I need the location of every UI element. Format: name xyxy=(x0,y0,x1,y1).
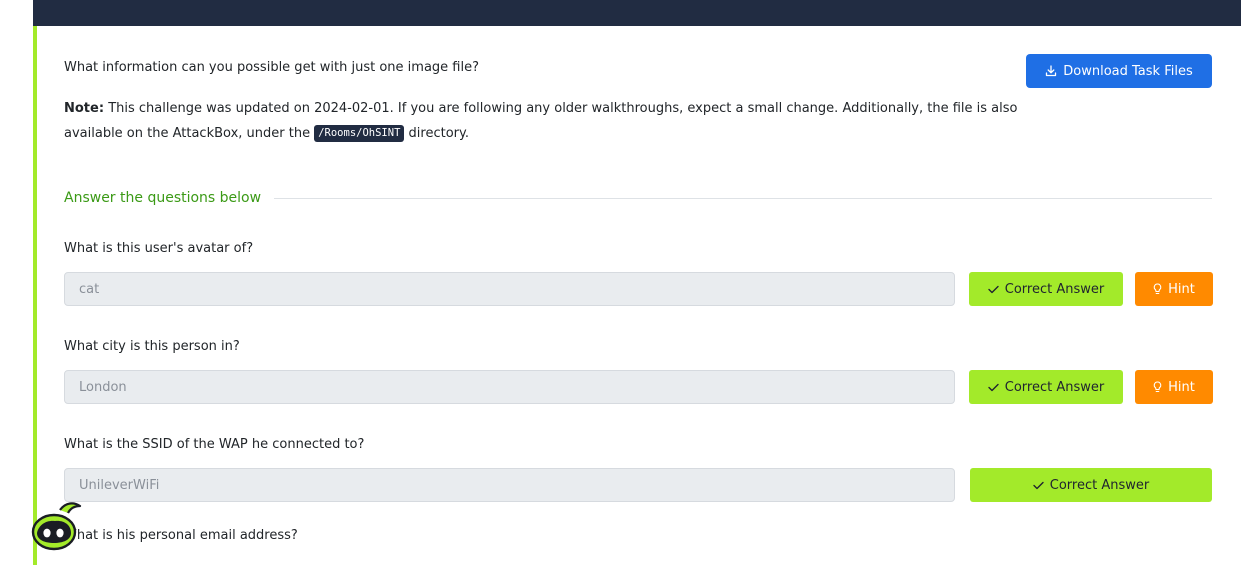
task-intro: What information can you possible get wi… xyxy=(64,60,480,75)
correct-answer-2-label: Correct Answer xyxy=(1004,379,1105,395)
note-text-end: directory. xyxy=(408,126,469,141)
correct-answer-1-label: Correct Answer xyxy=(1004,281,1105,297)
answer-1-input[interactable] xyxy=(64,272,955,306)
task-note: Note: This challenge was updated on 2024… xyxy=(64,96,1024,146)
correct-answer-3-button[interactable]: Correct Answer xyxy=(970,468,1212,502)
hint-1-button[interactable]: Hint xyxy=(1135,272,1213,306)
download-button-label: Download Task Files xyxy=(1063,63,1193,79)
correct-answer-2-button[interactable]: Correct Answer xyxy=(969,370,1123,404)
correct-answer-1-button[interactable]: Correct Answer xyxy=(969,272,1123,306)
note-label: Note: xyxy=(64,101,105,116)
section-divider xyxy=(274,197,1212,199)
question-3-text: What is the SSID of the WAP he connected… xyxy=(64,437,365,452)
top-bar xyxy=(33,0,1241,26)
lightbulb-icon xyxy=(1153,381,1162,393)
download-icon xyxy=(1046,65,1057,77)
directory-code: /Rooms/OhSINT xyxy=(314,125,405,142)
hint-1-label: Hint xyxy=(1168,281,1195,297)
check-icon xyxy=(988,285,999,293)
answer-3-input[interactable] xyxy=(64,468,955,502)
answer-2-input[interactable] xyxy=(64,370,955,404)
hint-2-label: Hint xyxy=(1168,379,1195,395)
ghost-mascot-icon[interactable] xyxy=(30,500,82,552)
correct-answer-3-label: Correct Answer xyxy=(1049,477,1150,493)
task-panel: What information can you possible get wi… xyxy=(33,26,1241,565)
lightbulb-icon xyxy=(1153,283,1162,295)
answers-section-title: Answer the questions below xyxy=(64,190,262,206)
question-4-text: What is his personal email address? xyxy=(64,528,298,543)
question-2-text: What city is this person in? xyxy=(64,339,240,354)
note-text: This challenge was updated on 2024-02-01… xyxy=(64,101,1018,141)
answers-section-header: Answer the questions below xyxy=(64,187,1212,209)
question-1-text: What is this user's avatar of? xyxy=(64,241,254,256)
check-icon xyxy=(988,383,999,391)
check-icon xyxy=(1033,481,1044,489)
download-task-files-button[interactable]: Download Task Files xyxy=(1026,54,1212,88)
hint-2-button[interactable]: Hint xyxy=(1135,370,1213,404)
